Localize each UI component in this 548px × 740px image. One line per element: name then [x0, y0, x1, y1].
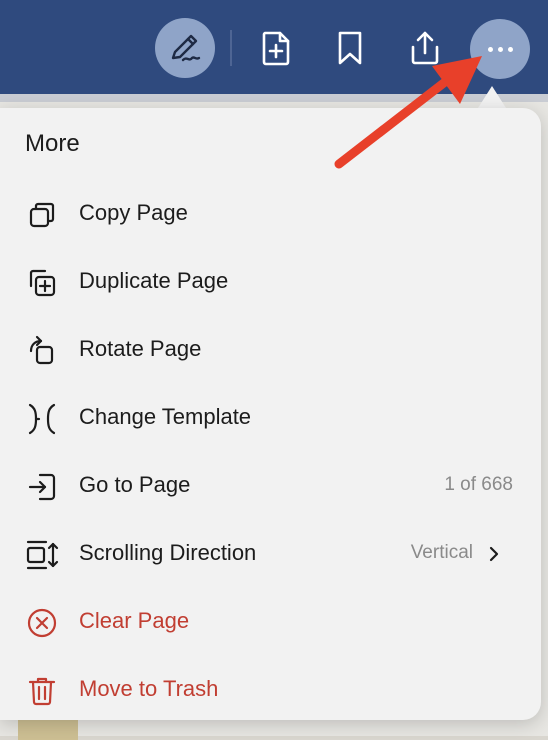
menu-item-label: Scrolling Direction: [79, 540, 257, 565]
bookmark-icon: [338, 31, 362, 65]
menu-item-duplicate-page[interactable]: Duplicate Page: [0, 251, 541, 311]
menu-item-go-to-page[interactable]: Go to Page 1 of 668: [0, 455, 541, 515]
toolbar: [0, 0, 548, 94]
menu-item-move-to-trash[interactable]: Move to Trash: [0, 659, 541, 719]
pen-icon: [171, 34, 201, 62]
current-page-indicator: 1 of 668: [444, 474, 513, 495]
menu-item-rotate-page[interactable]: Rotate Page: [0, 319, 541, 379]
bookmark-button[interactable]: [328, 26, 372, 70]
go-to-page-icon: [25, 470, 59, 504]
rotate-icon: [25, 334, 59, 368]
scrolling-direction-value: Vertical: [410, 542, 473, 563]
menu-item-label: Clear Page: [79, 608, 190, 633]
menu-item-clear-page[interactable]: Clear Page: [0, 591, 541, 651]
new-page-icon: [262, 31, 290, 66]
pen-tool-button[interactable]: [155, 18, 215, 78]
template-icon: [25, 402, 59, 436]
scroll-direction-icon: [25, 538, 59, 572]
more-icon: [487, 46, 513, 52]
menu-item-label: Copy Page: [79, 200, 188, 225]
copy-icon: [25, 198, 59, 232]
clear-icon: [25, 606, 59, 640]
menu-item-label: Rotate Page: [79, 336, 202, 361]
share-icon: [411, 31, 439, 65]
menu-item-label: Change Template: [79, 404, 252, 429]
menu-item-label: Move to Trash: [79, 676, 219, 701]
popover-pointer: [478, 86, 506, 108]
menu-item-scrolling-direction[interactable]: Scrolling Direction Vertical: [0, 523, 541, 583]
menu-item-label: Go to Page: [79, 472, 191, 497]
new-page-button[interactable]: [254, 26, 298, 70]
menu-item-change-template[interactable]: Change Template: [0, 387, 541, 447]
menu-item-copy-page[interactable]: Copy Page: [0, 183, 541, 243]
toolbar-divider: [230, 30, 232, 66]
menu-item-label: Duplicate Page: [79, 268, 229, 293]
duplicate-icon: [25, 266, 59, 300]
toolbar-shadow: [0, 94, 548, 102]
trash-icon: [25, 674, 59, 708]
chevron-right-icon: [489, 546, 499, 562]
popover-title: More: [25, 130, 80, 157]
more-button[interactable]: [470, 19, 530, 79]
share-button[interactable]: [403, 26, 447, 70]
